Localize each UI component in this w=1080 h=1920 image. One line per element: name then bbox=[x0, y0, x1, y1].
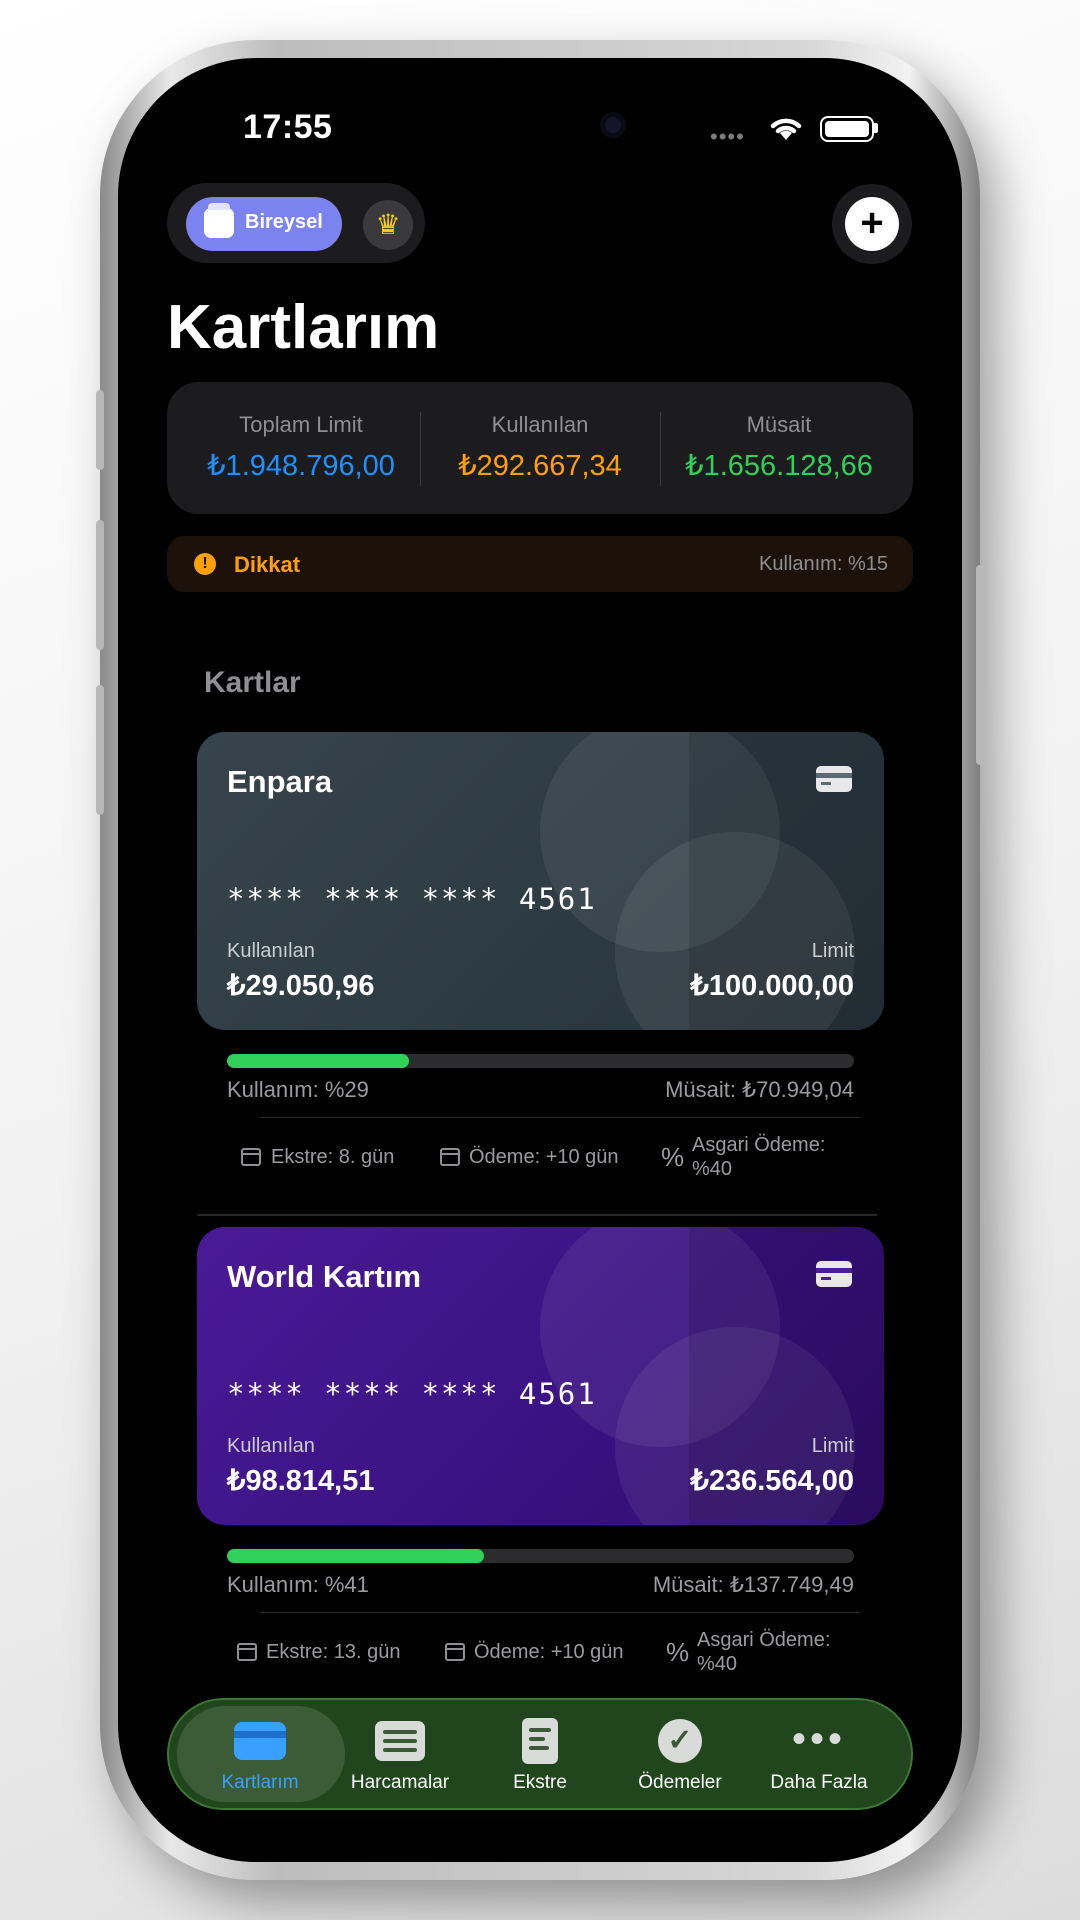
available-text: Müsait: ₺70.949,04 bbox=[665, 1077, 854, 1102]
min-payment-label: Asgari Ödeme: bbox=[692, 1134, 826, 1156]
list-icon bbox=[375, 1721, 425, 1761]
summary-total-value: ₺1.948.796,00 bbox=[207, 450, 395, 482]
summary-total-label: Toplam Limit bbox=[239, 412, 363, 437]
usage-progress-bar bbox=[227, 1054, 854, 1068]
card-name: Enpara bbox=[227, 764, 333, 799]
warning-usage: Kullanım: %15 bbox=[759, 553, 888, 575]
summary-used-label: Kullanılan bbox=[491, 412, 589, 437]
usage-progress-bar bbox=[227, 1549, 854, 1563]
divider bbox=[260, 1612, 860, 1613]
tab-label: Ödemeler bbox=[638, 1772, 722, 1793]
crown-icon[interactable]: ♛ bbox=[363, 200, 413, 250]
tab-label: Daha Fazla bbox=[770, 1772, 868, 1793]
payment-day: Ödeme: +10 gün bbox=[474, 1641, 624, 1663]
credit-card-world[interactable]: World Kartım **** **** **** 4561 Kullanı… bbox=[197, 1227, 884, 1525]
warning-icon: ! bbox=[194, 553, 216, 575]
usage-progress-fill bbox=[227, 1054, 409, 1068]
statement-day: Ekstre: 13. gün bbox=[266, 1641, 401, 1663]
credit-card-enpara[interactable]: Enpara **** **** **** 4561 Kullanılan ₺2… bbox=[197, 732, 884, 1030]
action-button bbox=[96, 390, 104, 470]
wifi-icon bbox=[770, 118, 802, 140]
cellular-signal-icon: •••• bbox=[710, 124, 745, 149]
tab-kartlarim[interactable]: Kartlarım bbox=[185, 1718, 335, 1794]
volume-up-button bbox=[96, 520, 104, 650]
statement-day: Ekstre: 8. gün bbox=[271, 1146, 395, 1168]
credit-card-icon bbox=[234, 1722, 286, 1760]
card-limit-label: Limit bbox=[811, 940, 854, 962]
wallet-icon bbox=[204, 203, 234, 238]
card-number: **** **** **** 4561 bbox=[227, 1377, 597, 1411]
summary-used-value: ₺292.667,34 bbox=[458, 450, 622, 482]
tab-ekstre[interactable]: Ekstre bbox=[465, 1718, 615, 1794]
front-camera bbox=[600, 112, 626, 138]
usage-progress-fill bbox=[227, 1549, 485, 1563]
min-payment-value: %40 bbox=[697, 1653, 738, 1675]
card-separator bbox=[197, 1214, 877, 1216]
tab-label: Kartlarım bbox=[221, 1772, 299, 1793]
card-used-amount: ₺98.814,51 bbox=[227, 1465, 375, 1497]
card-used-label: Kullanılan bbox=[227, 940, 315, 962]
section-title-cards: Kartlar bbox=[204, 666, 301, 699]
calendar-icon bbox=[241, 1148, 261, 1166]
card-used-amount: ₺29.050,96 bbox=[227, 970, 375, 1002]
credit-card-icon bbox=[816, 766, 852, 792]
divider bbox=[260, 1117, 860, 1118]
percent-icon: % bbox=[661, 1142, 685, 1172]
calendar-icon bbox=[440, 1148, 460, 1166]
card-limit-amount: ₺100.000,00 bbox=[690, 970, 854, 1002]
payment-day: Ödeme: +10 gün bbox=[469, 1146, 619, 1168]
tab-label: Ekstre bbox=[513, 1772, 567, 1793]
warning-title: Dikkat bbox=[234, 552, 301, 577]
more-icon: ••• bbox=[791, 1717, 846, 1761]
status-time: 17:55 bbox=[243, 108, 333, 146]
battery-icon bbox=[820, 116, 874, 142]
calendar-icon bbox=[445, 1643, 465, 1661]
segment-bireysel-label: Bireysel bbox=[245, 211, 323, 233]
card-limit-label: Limit bbox=[811, 1435, 854, 1457]
power-button bbox=[976, 565, 984, 765]
summary-available-label: Müsait bbox=[746, 412, 812, 437]
calendar-icon bbox=[237, 1643, 257, 1661]
summary-available-value: ₺1.656.128,66 bbox=[685, 450, 873, 482]
min-payment-label: Asgari Ödeme: bbox=[697, 1629, 831, 1651]
min-payment-value: %40 bbox=[692, 1158, 733, 1180]
usage-text: Kullanım: %41 bbox=[227, 1572, 369, 1597]
summary-used: Kullanılan ₺292.667,34 bbox=[420, 412, 660, 483]
tab-odemeler[interactable]: ✓ Ödemeler bbox=[605, 1718, 755, 1794]
card-number: **** **** **** 4561 bbox=[227, 882, 597, 916]
summary-available: Müsait ₺1.656.128,66 bbox=[659, 412, 899, 483]
percent-icon: % bbox=[666, 1637, 690, 1667]
page-title: Kartlarım bbox=[167, 293, 440, 362]
volume-down-button bbox=[96, 685, 104, 815]
credit-card-icon bbox=[816, 1261, 852, 1287]
battery-tip bbox=[874, 123, 878, 133]
card-limit-amount: ₺236.564,00 bbox=[690, 1465, 854, 1497]
checkmark-circle-icon: ✓ bbox=[658, 1719, 702, 1763]
summary-total: Toplam Limit ₺1.948.796,00 bbox=[181, 412, 421, 483]
tab-harcamalar[interactable]: Harcamalar bbox=[325, 1718, 475, 1794]
tab-daha-fazla[interactable]: ••• Daha Fazla bbox=[744, 1718, 894, 1794]
card-used-label: Kullanılan bbox=[227, 1435, 315, 1457]
plus-icon[interactable]: + bbox=[845, 197, 899, 251]
document-icon bbox=[522, 1718, 558, 1764]
tab-label: Harcamalar bbox=[350, 1772, 450, 1793]
available-text: Müsait: ₺137.749,49 bbox=[652, 1572, 854, 1597]
card-name: World Kartım bbox=[227, 1259, 422, 1294]
usage-text: Kullanım: %29 bbox=[227, 1077, 369, 1102]
